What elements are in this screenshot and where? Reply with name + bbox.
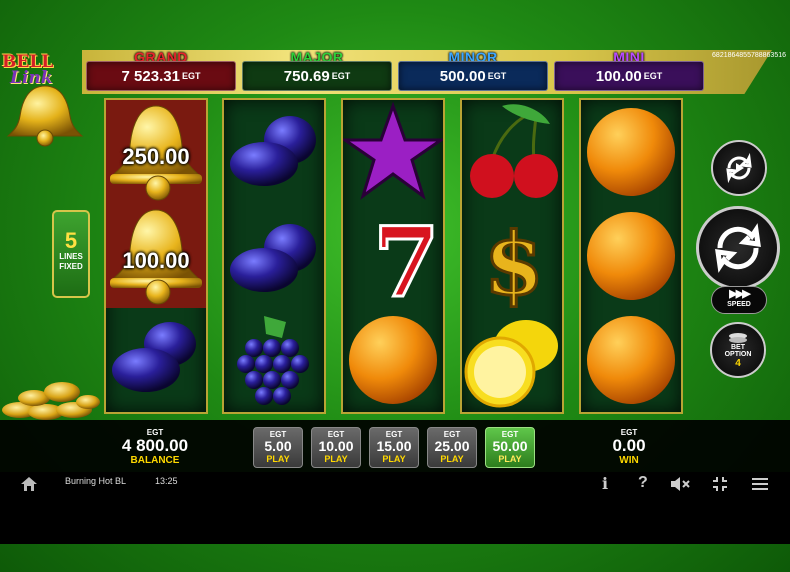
bet-option-button[interactable]: BET OPTION 4 (710, 322, 766, 378)
symbol-bell: 100.00 (106, 204, 206, 308)
symbol-orange (581, 100, 681, 204)
autoplay-icon (726, 152, 752, 184)
lines-count: 5 (64, 228, 78, 253)
bet-play-label: PLAY (498, 454, 522, 464)
symbol-seven: 7 (343, 204, 443, 309)
bet-value: 10.00 (318, 438, 354, 454)
reel-4: $ (460, 98, 564, 414)
clock-time: 13:25 (155, 476, 178, 486)
svg-text:$: $ (484, 214, 544, 308)
jackpot-minor: MINOR 500.00 EGT (398, 49, 548, 91)
balance-label: BALANCE (130, 455, 180, 466)
bet-value: 5.00 (264, 438, 292, 454)
spin-button[interactable] (696, 206, 780, 290)
menu-button[interactable] (751, 476, 769, 497)
bet-play-label: PLAY (382, 454, 406, 464)
bet-play-label: PLAY (324, 454, 348, 464)
chips-icon (729, 332, 747, 343)
speed-button[interactable]: ▶▶▶ SPEED (711, 286, 767, 314)
bet-play-label: PLAY (266, 454, 290, 464)
symbol-dollar: $ (462, 204, 562, 309)
bet-play-label: PLAY (440, 454, 464, 464)
symbol-orange (581, 308, 681, 412)
reel-2 (222, 98, 326, 414)
bet-option-label: BET (731, 343, 745, 351)
balance-value: 4 800.00 (121, 436, 189, 455)
jackpot-currency: EGT (487, 71, 507, 81)
jackpot-value: 500.00 (439, 67, 486, 85)
symbol-orange (581, 204, 681, 308)
jackpot-currency: EGT (643, 71, 663, 81)
symbol-plum (224, 100, 324, 204)
help-button[interactable]: ? (638, 474, 648, 492)
menu-icon (752, 478, 768, 490)
bet-button-15[interactable]: EGT 15.00 PLAY (369, 427, 419, 468)
jackpot-mini: MINI 100.00 EGT (554, 49, 704, 91)
lines-label: LINES (59, 252, 83, 261)
decor-bell-icon (4, 82, 86, 153)
win-display: EGT 0.00 WIN (594, 428, 664, 466)
coin-pile-icon (0, 372, 104, 422)
reel-5 (579, 98, 683, 414)
win-label: WIN (619, 455, 639, 466)
jackpot-major: MAJOR 750.69 EGT (242, 49, 392, 91)
fullscreen-icon (713, 477, 727, 491)
speed-icon: ▶▶▶ (729, 288, 750, 300)
footer-blank (0, 498, 790, 544)
game-name: Burning Hot BL (65, 476, 127, 486)
info-button[interactable]: i (602, 474, 608, 493)
jackpot-value: 7 523.31 (121, 67, 180, 85)
autoplay-button[interactable] (711, 140, 767, 196)
symbol-plum (106, 308, 206, 412)
speed-label: SPEED (727, 301, 751, 308)
bet-button-25[interactable]: EGT 25.00 PLAY (427, 427, 477, 468)
home-icon (21, 477, 37, 491)
symbol-lemon (462, 308, 562, 412)
bet-button-50[interactable]: EGT 50.00 PLAY (485, 427, 535, 468)
session-id: 6821864855788863516 (712, 52, 786, 59)
symbol-bell: 250.00 (106, 100, 206, 204)
bet-button-5[interactable]: EGT 5.00 PLAY (253, 427, 303, 468)
bet-button-10[interactable]: EGT 10.00 PLAY (311, 427, 361, 468)
jackpot-currency: EGT (331, 71, 351, 81)
bell-prize-value: 100.00 (122, 248, 190, 273)
mute-icon (671, 477, 690, 491)
jackpot-value: 100.00 (595, 67, 642, 85)
bet-option-label2: OPTION (724, 350, 752, 358)
balance-display: EGT 4 800.00 BALANCE (112, 428, 198, 466)
help-icon: ? (638, 474, 648, 491)
jackpot-value: 750.69 (283, 67, 330, 85)
jackpot-grand: GRAND 7 523.31 EGT (86, 49, 236, 91)
lines-fixed-label: FIXED (59, 262, 83, 271)
spin-icon (715, 223, 761, 273)
symbol-plum (224, 204, 324, 308)
bet-option-value: 4 (735, 357, 741, 369)
reel-1: 250.00 100.00 (104, 98, 208, 414)
svg-text:7: 7 (373, 206, 440, 308)
fullscreen-button[interactable] (712, 476, 728, 497)
symbol-cherries (462, 100, 562, 204)
reel-3: 7 (341, 98, 445, 414)
home-button[interactable] (20, 476, 38, 497)
symbol-star (343, 100, 443, 204)
bet-value: 50.00 (492, 438, 528, 454)
jackpot-currency: EGT (181, 71, 201, 81)
info-icon: i (602, 474, 609, 493)
symbol-grapes (224, 308, 324, 412)
bet-value: 15.00 (376, 438, 412, 454)
mute-button[interactable] (670, 476, 690, 497)
bell-prize-value: 250.00 (122, 144, 190, 169)
win-value: 0.00 (612, 436, 646, 455)
lines-fixed-badge: 5 LINES FIXED (52, 210, 90, 298)
bet-value: 25.00 (434, 438, 470, 454)
symbol-orange (343, 308, 443, 412)
